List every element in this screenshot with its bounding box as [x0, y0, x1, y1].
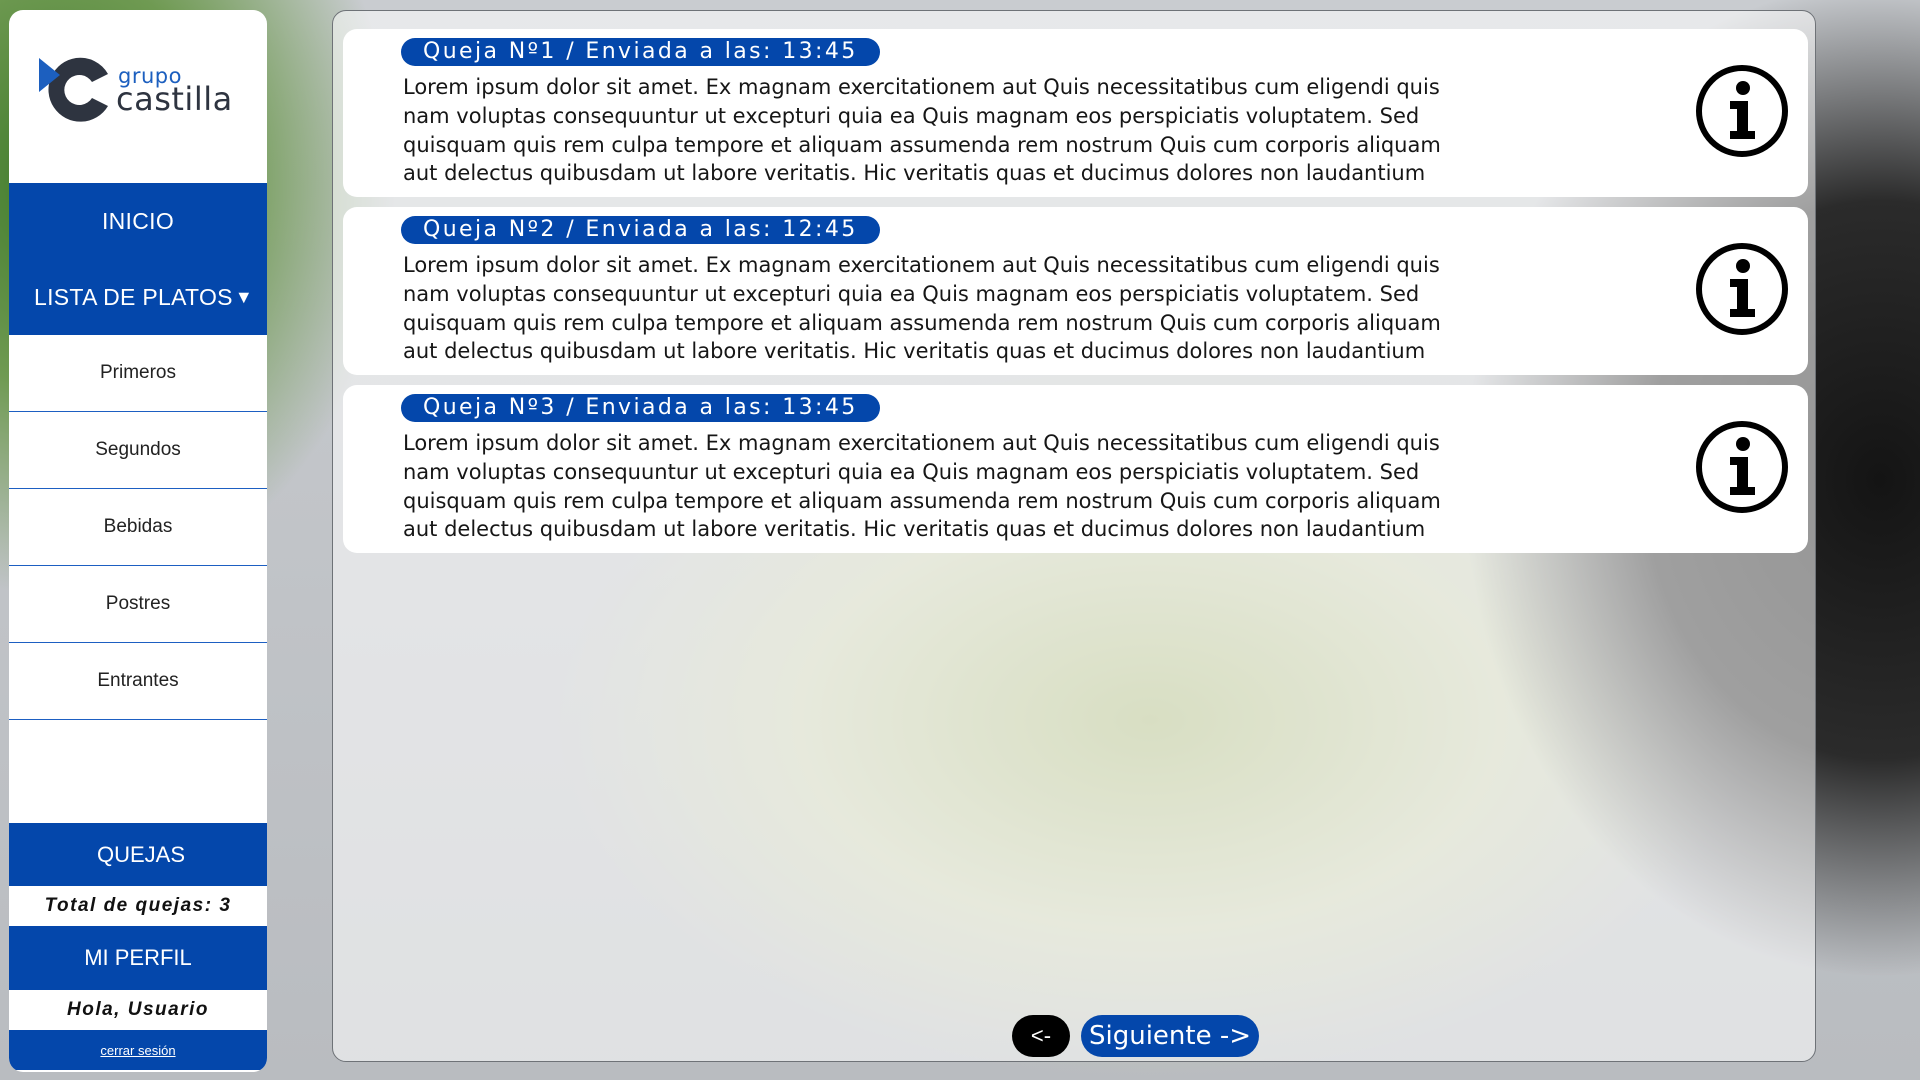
complaint-card: Queja Nº3 / Enviada a las: 13:45 Lorem i…: [343, 385, 1808, 553]
sidebar-item-bebidas[interactable]: Bebidas: [9, 489, 267, 566]
nav-mi-perfil[interactable]: MI PERFIL: [9, 926, 267, 990]
logout-link[interactable]: cerrar sesión: [100, 1043, 175, 1058]
sidebar-item-segundos[interactable]: Segundos: [9, 412, 267, 489]
brand-line2: castilla: [116, 79, 233, 118]
caret-down-icon: ▼: [234, 286, 253, 307]
nav-lista-platos-label: LISTA DE PLATOS: [34, 283, 233, 310]
sidebar-item-label: Postres: [105, 593, 171, 614]
info-icon[interactable]: [1694, 63, 1790, 159]
complaint-title: Queja Nº3 / Enviada a las: 13:45: [401, 394, 880, 422]
complaint-title: Queja Nº2 / Enviada a las: 12:45: [401, 216, 880, 244]
complaint-body: Lorem ipsum dolor sit amet. Ex magnam ex…: [403, 431, 1441, 542]
nav-quejas-label: QUEJAS: [96, 841, 186, 867]
complaints-panel: Queja Nº1 / Enviada a las: 13:45 Lorem i…: [332, 10, 1816, 1062]
sidebar: grupo castilla INICIO LISTA DE PLATOS ▼ …: [9, 10, 267, 1072]
complaint-card: Queja Nº1 / Enviada a las: 13:45 Lorem i…: [343, 29, 1808, 197]
sidebar-item-label: Entrantes: [97, 670, 179, 691]
sidebar-item-label: Bebidas: [103, 516, 173, 537]
sidebar-item-primeros[interactable]: Primeros: [9, 335, 267, 412]
sidebar-item-label: Segundos: [95, 439, 181, 460]
complaint-title: Queja Nº1 / Enviada a las: 13:45: [401, 38, 880, 66]
sidebar-item-label: Primeros: [99, 362, 176, 383]
nav-lista-platos[interactable]: LISTA DE PLATOS ▼: [9, 259, 267, 335]
prev-page-button[interactable]: <-: [1012, 1015, 1070, 1057]
info-icon[interactable]: [1694, 241, 1790, 337]
logo-area: grupo castilla: [9, 10, 267, 183]
complaint-card: Queja Nº2 / Enviada a las: 12:45 Lorem i…: [343, 207, 1808, 375]
sidebar-item-postres[interactable]: Postres: [9, 566, 267, 643]
logout-bar: cerrar sesión: [9, 1030, 267, 1070]
brand-logo[interactable]: grupo castilla: [38, 52, 238, 142]
next-page-button[interactable]: Siguiente ->: [1081, 1015, 1259, 1057]
nav-inicio[interactable]: INICIO: [9, 183, 267, 259]
nav-quejas[interactable]: QUEJAS: [9, 823, 267, 886]
nav-inicio-label: INICIO: [101, 207, 175, 234]
nav-mi-perfil-label: MI PERFIL: [84, 945, 192, 970]
user-greeting: Hola, Usuario: [67, 999, 209, 1020]
complaint-body: Lorem ipsum dolor sit amet. Ex magnam ex…: [403, 253, 1441, 364]
nav-lista-wrap: LISTA DE PLATOS ▼: [9, 259, 267, 335]
total-quejas: Total de quejas: 3: [44, 895, 232, 916]
nav-primary: INICIO LISTA DE PLATOS ▼: [9, 183, 267, 335]
info-icon[interactable]: [1694, 419, 1790, 515]
logo-c-icon: [39, 57, 108, 122]
complaint-body: Lorem ipsum dolor sit amet. Ex magnam ex…: [403, 75, 1441, 186]
sidebar-item-entrantes[interactable]: Entrantes: [9, 643, 267, 720]
submenu: Primeros Segundos Bebidas Postres Entran…: [9, 335, 267, 720]
pagination: <- Siguiente ->: [333, 1015, 1815, 1057]
